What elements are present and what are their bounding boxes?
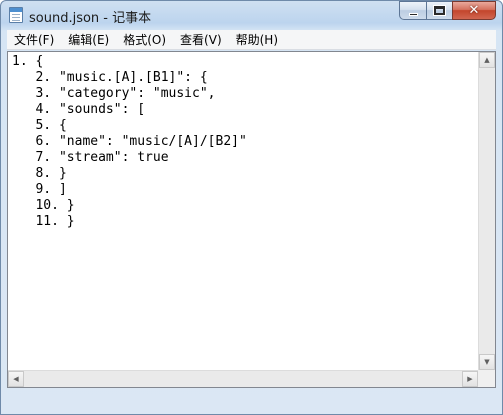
title-bar[interactable]: sound.json - 记事本 ✕ xyxy=(1,1,502,29)
scroll-left-button[interactable]: ◀ xyxy=(8,371,24,387)
close-button[interactable]: ✕ xyxy=(452,1,496,20)
window-title: sound.json - 记事本 xyxy=(29,11,152,26)
menu-bar: 文件(F) 编辑(E) 格式(O) 查看(V) 帮助(H) xyxy=(7,30,496,50)
maximize-icon xyxy=(433,5,446,16)
minimize-icon xyxy=(408,12,418,16)
minimize-button[interactable] xyxy=(399,1,426,20)
window-bottom-frame xyxy=(1,389,502,415)
close-icon: ✕ xyxy=(468,3,480,18)
scroll-up-button[interactable]: ▲ xyxy=(479,52,495,68)
notepad-icon[interactable] xyxy=(9,7,23,23)
menu-edit[interactable]: 编辑(E) xyxy=(61,30,116,50)
scroll-right-button[interactable]: ▶ xyxy=(462,371,478,387)
menu-format[interactable]: 格式(O) xyxy=(116,30,173,50)
caption-buttons: ✕ xyxy=(399,1,496,21)
scrollbar-corner xyxy=(478,370,495,387)
scroll-down-button[interactable]: ▼ xyxy=(479,354,495,370)
menu-help[interactable]: 帮助(H) xyxy=(229,30,285,50)
text-editor[interactable]: 1. { 2. "music.[A].[B1]": { 3. "category… xyxy=(8,52,478,370)
menu-file[interactable]: 文件(F) xyxy=(7,30,61,50)
notepad-window: sound.json - 记事本 ✕ 文件(F) 编辑(E) 格式(O) 查看(… xyxy=(0,0,503,415)
maximize-button[interactable] xyxy=(426,1,452,20)
vertical-scrollbar[interactable]: ▲ ▼ xyxy=(478,52,495,370)
menu-view[interactable]: 查看(V) xyxy=(173,30,229,50)
editor-pane: 1. { 2. "music.[A].[B1]": { 3. "category… xyxy=(7,51,496,388)
horizontal-scrollbar[interactable]: ◀ ▶ xyxy=(8,370,478,387)
